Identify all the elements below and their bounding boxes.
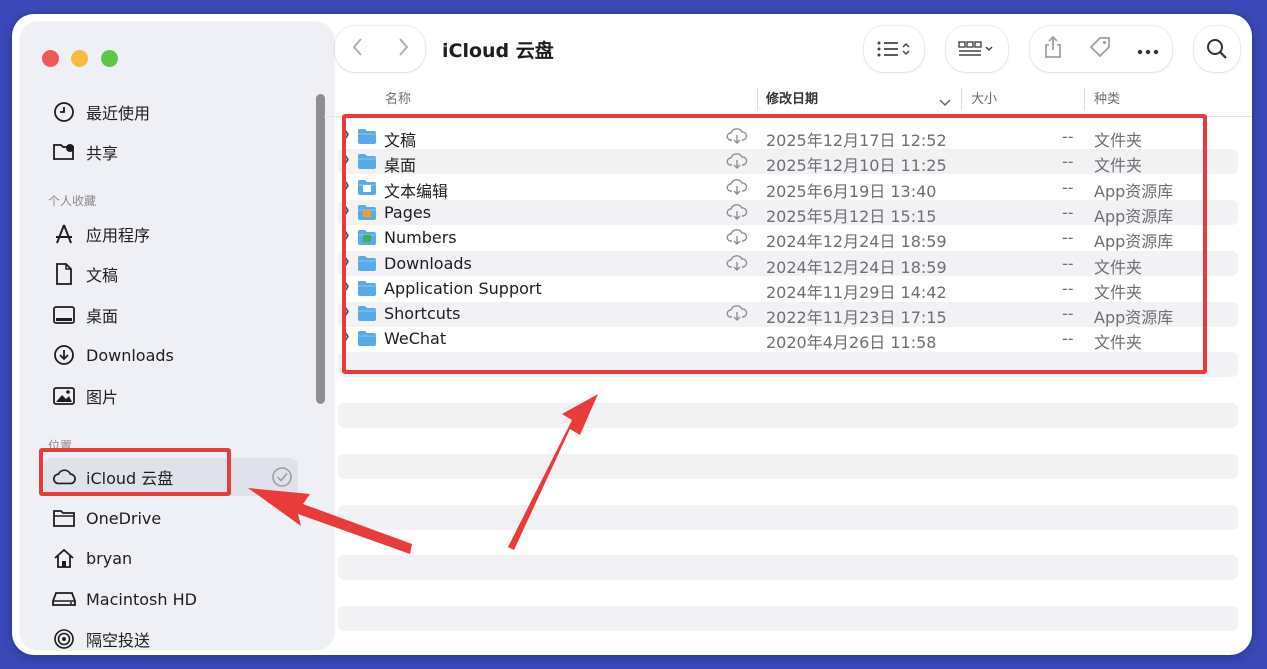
- finder-window: 最近使用 共享 个人收藏 应用程序 文稿 桌面 Downloads 图片 位置 …: [12, 14, 1252, 655]
- annotation-arrows: [248, 394, 598, 554]
- arrow-to-file-list: [508, 394, 598, 550]
- arrow-to-sidebar: [248, 488, 412, 554]
